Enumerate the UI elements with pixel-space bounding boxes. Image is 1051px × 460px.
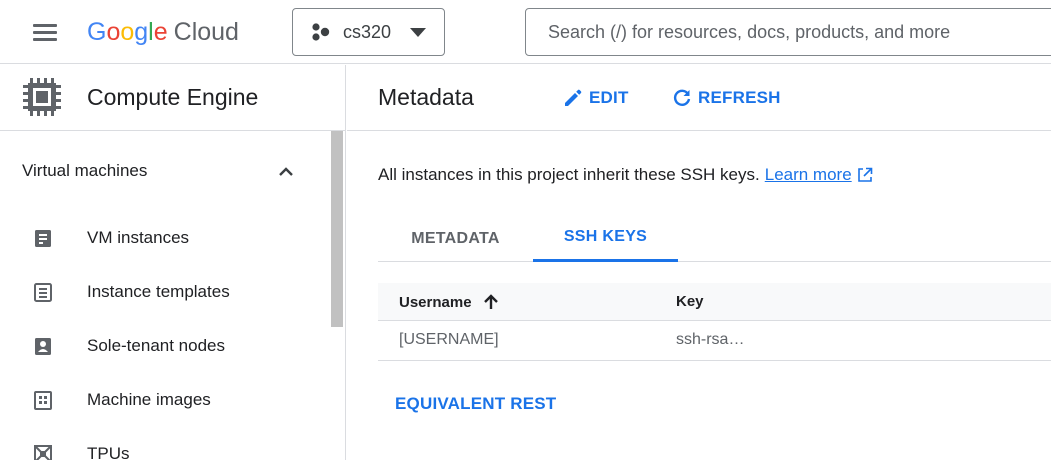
tab-ssh-keys[interactable]: SSH KEYS — [533, 215, 678, 262]
logo-cloud-text: Cloud — [173, 17, 239, 46]
sidebar-item-sole-tenant-nodes[interactable]: Sole-tenant nodes — [0, 319, 330, 373]
project-icon — [312, 23, 330, 41]
page-header: Metadata EDIT REFRESH — [347, 65, 1051, 131]
sidebar-item-instance-templates[interactable]: Instance templates — [0, 265, 330, 319]
nav-group-virtual-machines[interactable]: Virtual machines — [0, 131, 330, 211]
logo-letter: o — [120, 17, 135, 46]
refresh-icon — [673, 89, 691, 106]
learn-more-link[interactable]: Learn more — [765, 165, 852, 185]
search-box[interactable] — [525, 8, 1051, 56]
vm-instances-icon — [35, 230, 51, 247]
table-row[interactable]: [USERNAME] ssh-rsa… — [378, 321, 1051, 361]
tab-bar: METADATA SSH KEYS — [378, 215, 1051, 262]
machine-images-icon — [34, 391, 52, 410]
logo-google-text: Google — [87, 18, 168, 47]
sidebar-item-label: Sole-tenant nodes — [87, 336, 225, 355]
info-text: All instances in this project inherit th… — [378, 165, 760, 184]
product-header: Compute Engine — [0, 65, 345, 131]
edit-button[interactable]: EDIT — [563, 85, 629, 111]
main-content: Metadata EDIT REFRESH All instances in t… — [347, 65, 1051, 460]
sidebar-item-label: Instance templates — [87, 282, 230, 301]
sidebar-item-tpus[interactable]: TPUs — [0, 427, 330, 460]
logo-letter: o — [106, 17, 121, 46]
compute-engine-icon — [23, 78, 61, 116]
pencil-icon — [565, 89, 582, 106]
logo-letter: g — [134, 17, 149, 46]
logo-letter: G — [87, 17, 107, 46]
sidebar-scrollbar[interactable] — [331, 131, 343, 327]
column-header-key[interactable]: Key — [676, 293, 704, 310]
cell-username: [USERNAME] — [399, 331, 499, 348]
chevron-down-icon — [410, 28, 426, 37]
logo-letter: e — [153, 17, 168, 46]
sidebar-item-label: TPUs — [87, 444, 130, 460]
project-picker[interactable]: cs320 — [292, 8, 445, 56]
edit-label: EDIT — [589, 88, 629, 107]
column-header-label: Key — [676, 293, 704, 310]
project-name: cs320 — [343, 21, 392, 42]
tab-metadata[interactable]: METADATA — [378, 215, 533, 262]
sidebar: Compute Engine Virtual machines VM insta… — [0, 65, 346, 460]
page-title: Metadata — [378, 84, 474, 110]
cell-key: ssh-rsa… — [676, 331, 745, 348]
product-title: Compute Engine — [87, 84, 259, 110]
nav-group-label: Virtual machines — [22, 161, 148, 180]
refresh-label: REFRESH — [698, 88, 781, 107]
sidebar-item-label: VM instances — [87, 228, 190, 247]
column-header-label: Username — [399, 293, 472, 311]
sidebar-item-machine-images[interactable]: Machine images — [0, 373, 330, 427]
info-text-line: All instances in this project inherit th… — [378, 165, 873, 185]
main-menu-icon[interactable] — [30, 19, 60, 45]
sidebar-item-vm-instances[interactable]: VM instances — [0, 211, 330, 265]
search-input[interactable] — [526, 9, 1051, 55]
chevron-up-icon[interactable] — [276, 162, 296, 182]
column-header-username[interactable]: Username — [399, 293, 500, 311]
google-cloud-logo[interactable]: Google Cloud — [87, 14, 239, 50]
instance-templates-icon — [34, 283, 52, 302]
refresh-button[interactable]: REFRESH — [672, 85, 781, 111]
equivalent-rest-button[interactable]: EQUIVALENT REST — [395, 394, 556, 414]
sidebar-item-label: Machine images — [87, 390, 211, 409]
top-bar: Google Cloud cs320 — [0, 0, 1051, 64]
table-header: Username Key — [378, 283, 1051, 321]
tpus-icon — [34, 445, 52, 460]
sort-ascending-icon[interactable] — [482, 293, 500, 311]
sole-tenant-nodes-icon — [35, 338, 51, 355]
external-link-icon[interactable] — [857, 167, 873, 183]
